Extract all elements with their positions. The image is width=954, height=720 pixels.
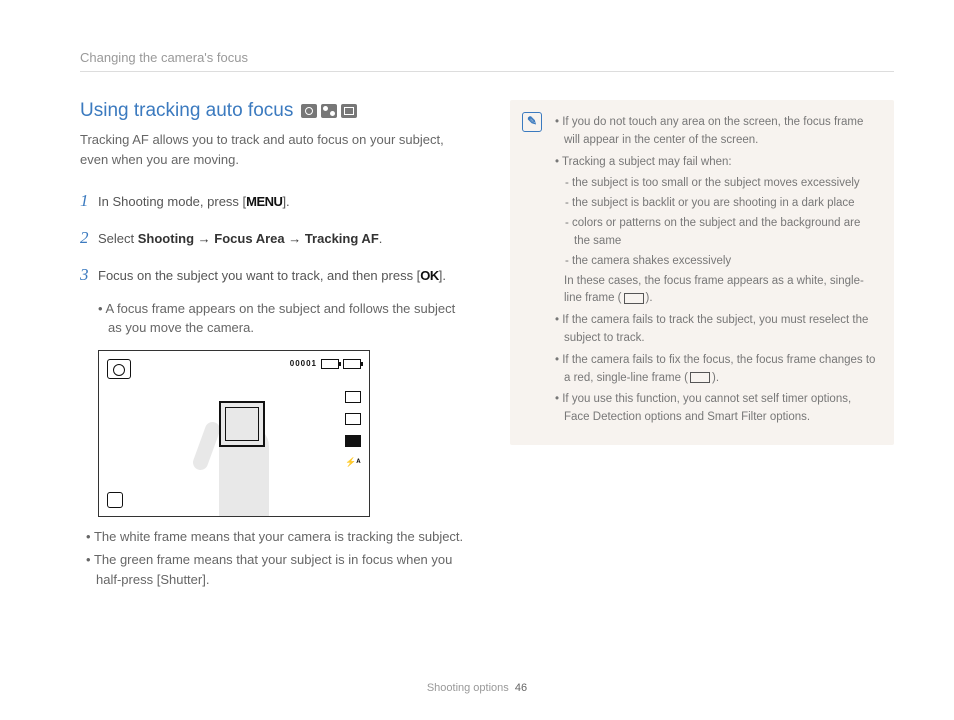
step-2: 2 Select Shooting → Focus Area → Trackin…	[80, 224, 470, 251]
note-sub-item: the camera shakes excessively	[554, 253, 878, 271]
page-footer: Shooting options 46	[0, 682, 954, 694]
metering-icon	[345, 435, 361, 447]
program-mode-icon	[301, 104, 317, 118]
step-number: 3	[80, 261, 98, 288]
page-number: 46	[515, 682, 527, 694]
section-title: Using tracking auto focus	[80, 100, 470, 122]
step1-post: ].	[282, 194, 289, 209]
focus-frame-indicator	[219, 401, 265, 447]
resolution-icon	[345, 391, 361, 403]
note-trailing: In these cases, the focus frame appears …	[554, 273, 878, 309]
step2-path: Shooting → Focus Area → Tracking AF	[138, 231, 379, 246]
step-3: 3 Focus on the subject you want to track…	[80, 261, 470, 288]
quality-icon	[345, 413, 361, 425]
intro-text: Tracking AF allows you to track and auto…	[80, 130, 470, 169]
dual-mode-icon	[321, 104, 337, 118]
note-item: If the camera fails to fix the focus, th…	[554, 352, 878, 388]
white-frame-icon	[624, 293, 644, 304]
green-frame-note: The green frame means that your subject …	[80, 550, 470, 589]
step2-pre: Select	[98, 231, 138, 246]
camera-lcd-illustration: 00001 ⚡ᴬ	[98, 350, 370, 517]
step-number: 1	[80, 187, 98, 214]
footer-section: Shooting options	[427, 682, 509, 694]
storage-icon	[321, 359, 339, 369]
note-item: If you use this function, you cannot set…	[554, 391, 878, 427]
step3-post: ].	[439, 268, 446, 283]
step1-pre: In Shooting mode, press [	[98, 194, 246, 209]
title-text: Using tracking auto focus	[80, 100, 293, 122]
mode-icons	[301, 104, 357, 118]
step2-post: .	[379, 231, 383, 246]
note-box: ✎ If you do not touch any area on the sc…	[510, 100, 894, 445]
shot-counter: 00001	[290, 359, 317, 368]
step-1: 1 In Shooting mode, press [MENU].	[80, 187, 470, 214]
white-frame-note: The white frame means that your camera i…	[80, 527, 470, 547]
flash-icon: ⚡ᴬ	[345, 457, 359, 467]
step-number: 2	[80, 224, 98, 251]
note-item: Tracking a subject may fail when:	[554, 154, 878, 172]
lcd-top-indicators: 00001	[290, 359, 361, 369]
note-sub-item: the subject is too small or the subject …	[554, 175, 878, 193]
step3-sub-bullet: A focus frame appears on the subject and…	[80, 299, 470, 338]
right-column: ✎ If you do not touch any area on the sc…	[510, 100, 894, 593]
step3-pre: Focus on the subject you want to track, …	[98, 268, 420, 283]
camera-mode-icon	[107, 359, 131, 379]
battery-icon	[343, 359, 361, 369]
scene-mode-icon	[341, 104, 357, 118]
note-icon: ✎	[522, 112, 542, 132]
breadcrumb: Changing the camera's focus	[80, 50, 894, 65]
note-item: If you do not touch any area on the scre…	[554, 114, 878, 150]
menu-button-label: MENU	[246, 192, 282, 213]
note-sub-item: colors or patterns on the subject and th…	[554, 215, 878, 251]
note-sub-item: the subject is backlit or you are shooti…	[554, 195, 878, 213]
header-rule	[80, 71, 894, 72]
left-column: Using tracking auto focus Tracking AF al…	[80, 100, 470, 593]
stabilization-icon	[107, 492, 123, 508]
red-frame-icon	[690, 372, 710, 383]
note-item: If the camera fails to track the subject…	[554, 312, 878, 348]
ok-button-label: OK	[420, 266, 439, 287]
